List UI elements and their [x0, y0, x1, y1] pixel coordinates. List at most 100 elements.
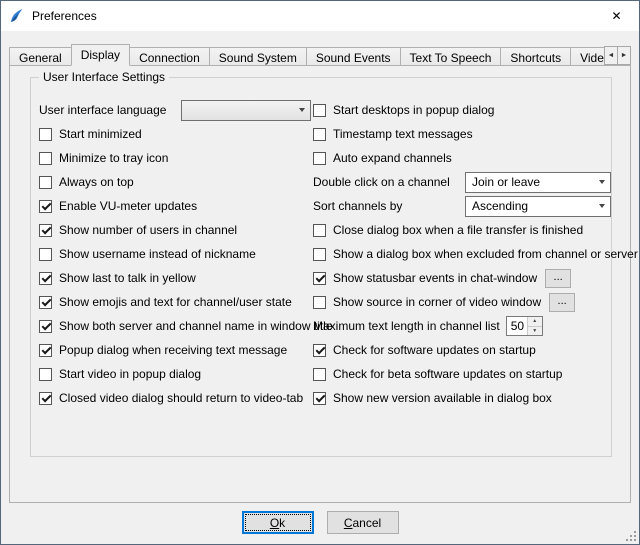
checkbox-start-minimized[interactable]: Start minimized — [39, 122, 311, 146]
checkbox-enable-vu-meter-updates[interactable]: Enable VU-meter updates — [39, 194, 311, 218]
group-title: User Interface Settings — [39, 70, 169, 84]
checkbox-label: Closed video dialog should return to vid… — [59, 391, 303, 405]
checkbox-auto-expand-channels[interactable]: Auto expand channels — [313, 146, 611, 170]
tab-scroll-right-button[interactable]: ► — [617, 46, 631, 65]
user-interface-settings-group: User Interface Settings User interface l… — [30, 77, 612, 457]
checkbox-label: Minimize to tray icon — [59, 151, 168, 165]
checkbox-show-server-and-channel-in-title[interactable]: Show both server and channel name in win… — [39, 314, 311, 338]
checkbox-box — [313, 344, 326, 357]
tab-connection[interactable]: Connection — [129, 47, 210, 66]
tab-sound-events[interactable]: Sound Events — [306, 47, 401, 66]
display-tab-page: User Interface Settings User interface l… — [9, 65, 631, 503]
checkbox-box — [39, 176, 52, 189]
checkbox-label: Auto expand channels — [333, 151, 452, 165]
tab-scrollers: ◄ ► — [605, 46, 631, 65]
max-text-length-row: Maximum text length in channel list 50 ▲… — [313, 314, 611, 338]
left-column: User interface language Start minimized … — [39, 98, 311, 410]
language-combobox[interactable] — [181, 100, 311, 121]
checkbox-show-number-of-users-in-channel[interactable]: Show number of users in channel — [39, 218, 311, 242]
dialog-footer: Ok Cancel — [1, 511, 639, 534]
checkbox-box — [39, 296, 52, 309]
checkbox-check-for-beta-updates[interactable]: Check for beta software updates on start… — [313, 362, 611, 386]
checkbox-box — [313, 128, 326, 141]
checkbox-start-desktops-in-popup-dialog[interactable]: Start desktops in popup dialog — [313, 98, 611, 122]
checkbox-box — [39, 320, 52, 333]
checkbox-label: Check for beta software updates on start… — [333, 367, 562, 381]
checkbox-label: Start minimized — [59, 127, 142, 141]
checkbox-start-video-in-popup-dialog[interactable]: Start video in popup dialog — [39, 362, 311, 386]
sort-channels-label: Sort channels by — [313, 199, 402, 213]
spinner-down-icon[interactable]: ▼ — [528, 327, 542, 336]
max-text-length-spinner[interactable]: 50 ▲ ▼ — [506, 316, 543, 336]
sort-channels-combobox[interactable]: Ascending — [465, 196, 611, 217]
chevron-down-icon — [599, 180, 605, 184]
cancel-button[interactable]: Cancel — [327, 511, 399, 534]
checkbox-always-on-top[interactable]: Always on top — [39, 170, 311, 194]
checkbox-close-dialog-on-file-transfer-finish[interactable]: Close dialog box when a file transfer is… — [313, 218, 611, 242]
checkbox-label: Popup dialog when receiving text message — [59, 343, 287, 357]
checkbox-label: Always on top — [59, 175, 134, 189]
checkbox-label: Timestamp text messages — [333, 127, 473, 141]
tab-label: Shortcuts — [510, 51, 561, 65]
cancel-button-label: Cancel — [344, 516, 381, 530]
checkbox-show-emojis-and-text-for-state[interactable]: Show emojis and text for channel/user st… — [39, 290, 311, 314]
tab-display[interactable]: Display — [71, 44, 130, 66]
checkbox-box — [39, 392, 52, 405]
checkbox-popup-dialog-on-text-message[interactable]: Popup dialog when receiving text message — [39, 338, 311, 362]
preferences-dialog: Preferences ✕ General Display Connection… — [0, 0, 640, 545]
checkbox-label: Check for software updates on startup — [333, 343, 536, 357]
tab-sound-system[interactable]: Sound System — [209, 47, 307, 66]
tab-text-to-speech[interactable]: Text To Speech — [400, 47, 502, 66]
checkbox-check-for-software-updates[interactable]: Check for software updates on startup — [313, 338, 611, 362]
checkbox-box[interactable] — [313, 272, 326, 285]
tab-shortcuts[interactable]: Shortcuts — [500, 47, 571, 66]
tab-label: Connection — [139, 51, 200, 65]
tab-scroll-left-button[interactable]: ◄ — [604, 46, 618, 65]
checkbox-box — [39, 200, 52, 213]
tab-label: Sound System — [219, 51, 297, 65]
checkbox-box — [313, 392, 326, 405]
checkbox-label: Show statusbar events in chat-window — [333, 271, 537, 285]
checkbox-label: Close dialog box when a file transfer is… — [333, 223, 583, 237]
checkbox-label: Show both server and channel name in win… — [59, 319, 333, 333]
resize-grip[interactable] — [624, 529, 637, 542]
checkbox-label: Show a dialog box when excluded from cha… — [333, 247, 638, 261]
close-icon: ✕ — [611, 9, 621, 23]
spinner-up-icon[interactable]: ▲ — [528, 317, 542, 327]
window-title: Preferences — [32, 9, 97, 23]
close-button[interactable]: ✕ — [594, 1, 639, 31]
video-source-options-button[interactable]: ... — [549, 293, 575, 312]
checkbox-label: Start video in popup dialog — [59, 367, 201, 381]
checkbox-label: Enable VU-meter updates — [59, 199, 197, 213]
tab-label: General — [19, 51, 62, 65]
checkbox-minimize-to-tray-icon[interactable]: Minimize to tray icon — [39, 146, 311, 170]
checkbox-box — [39, 272, 52, 285]
statusbar-events-options-button[interactable]: ... — [545, 269, 571, 288]
checkbox-label: Show source in corner of video window — [333, 295, 541, 309]
tab-general[interactable]: General — [9, 47, 72, 66]
max-text-length-value: 50 — [507, 317, 527, 335]
sort-channels-combobox-value: Ascending — [472, 199, 528, 213]
checkbox-show-dialog-when-excluded[interactable]: Show a dialog box when excluded from cha… — [313, 242, 611, 266]
checkbox-box[interactable] — [313, 296, 326, 309]
double-click-combobox[interactable]: Join or leave — [465, 172, 611, 193]
double-click-label: Double click on a channel — [313, 175, 450, 189]
arrow-right-icon: ► — [621, 52, 628, 59]
checkbox-label: Show last to talk in yellow — [59, 271, 196, 285]
ok-button[interactable]: Ok — [242, 511, 314, 534]
language-row: User interface language — [39, 98, 311, 122]
checkbox-box — [39, 248, 52, 261]
checkbox-closed-video-return-to-video-tab[interactable]: Closed video dialog should return to vid… — [39, 386, 311, 410]
checkbox-show-username-instead-of-nickname[interactable]: Show username instead of nickname — [39, 242, 311, 266]
checkbox-timestamp-text-messages[interactable]: Timestamp text messages — [313, 122, 611, 146]
app-icon — [9, 8, 25, 24]
tab-label: Text To Speech — [410, 51, 492, 65]
checkbox-show-last-to-talk-in-yellow[interactable]: Show last to talk in yellow — [39, 266, 311, 290]
titlebar: Preferences ✕ — [1, 1, 639, 31]
chevron-down-icon — [299, 108, 305, 112]
tab-label: Sound Events — [316, 51, 391, 65]
checkbox-box — [313, 224, 326, 237]
checkbox-label: Show username instead of nickname — [59, 247, 256, 261]
right-column: Start desktops in popup dialog Timestamp… — [313, 98, 611, 410]
checkbox-show-new-version-in-dialog[interactable]: Show new version available in dialog box — [313, 386, 611, 410]
